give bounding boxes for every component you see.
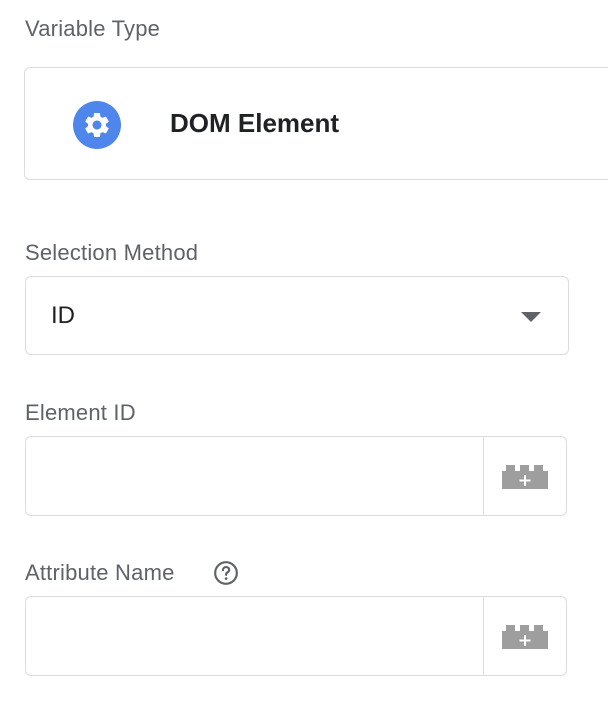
lego-brick-plus-icon [502,465,548,489]
attribute-name-label: Attribute Name [25,560,175,585]
selection-method-dropdown[interactable]: ID [25,276,569,355]
element-id-label: Element ID [25,400,136,425]
element-id-variable-button[interactable] [483,437,566,515]
gear-icon [73,101,121,149]
variable-type-label: Variable Type [25,16,161,41]
variable-config-panel: Variable Type DOM Element Selection Meth… [0,0,608,706]
lego-brick-plus-icon [502,625,548,649]
element-id-field-group [25,436,567,516]
element-id-input[interactable] [26,437,483,515]
attribute-name-input[interactable] [26,597,483,675]
dropdown-caret-icon [521,312,541,322]
help-circle-icon[interactable] [213,560,239,586]
variable-type-name: DOM Element [170,108,340,138]
attribute-name-variable-button[interactable] [483,597,566,675]
attribute-name-field-group [25,596,567,676]
variable-type-card[interactable]: DOM Element [24,67,608,180]
selection-method-label: Selection Method [25,240,199,265]
selection-method-value: ID [51,302,75,329]
